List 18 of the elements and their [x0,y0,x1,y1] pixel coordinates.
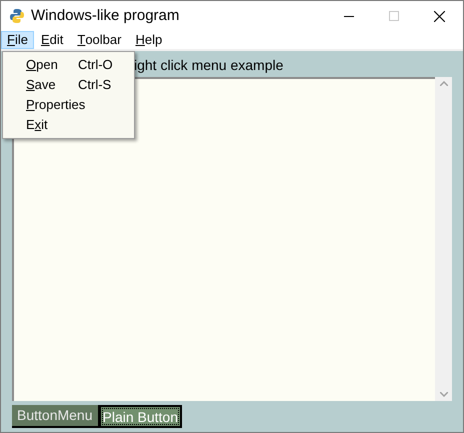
menu-item[interactable]: File [1,31,34,49]
scroll-up-icon[interactable] [440,81,448,86]
push-button[interactable]: Plain Button [98,405,182,428]
app-logo-icon [9,8,25,24]
scroll-down-icon[interactable] [440,392,448,397]
scrollbar[interactable] [435,77,452,401]
menu-item[interactable]: Edit [34,31,70,49]
menu-option[interactable]: Open Ctrl-O [3,55,134,75]
menu-item[interactable]: Toolbar [70,31,128,49]
push-button[interactable]: ButtonMenu [12,405,98,428]
window-title: Windows-like program [31,6,180,26]
menu-option[interactable]: Save Ctrl-S [3,75,134,95]
maximize-icon[interactable] [389,11,399,21]
menu-item[interactable]: Help [128,31,170,49]
close-icon[interactable] [434,10,445,22]
menu-option[interactable]: Properties [3,95,134,115]
label-text: ight click menu example [134,56,284,75]
menu-option[interactable]: Exit [3,115,134,135]
